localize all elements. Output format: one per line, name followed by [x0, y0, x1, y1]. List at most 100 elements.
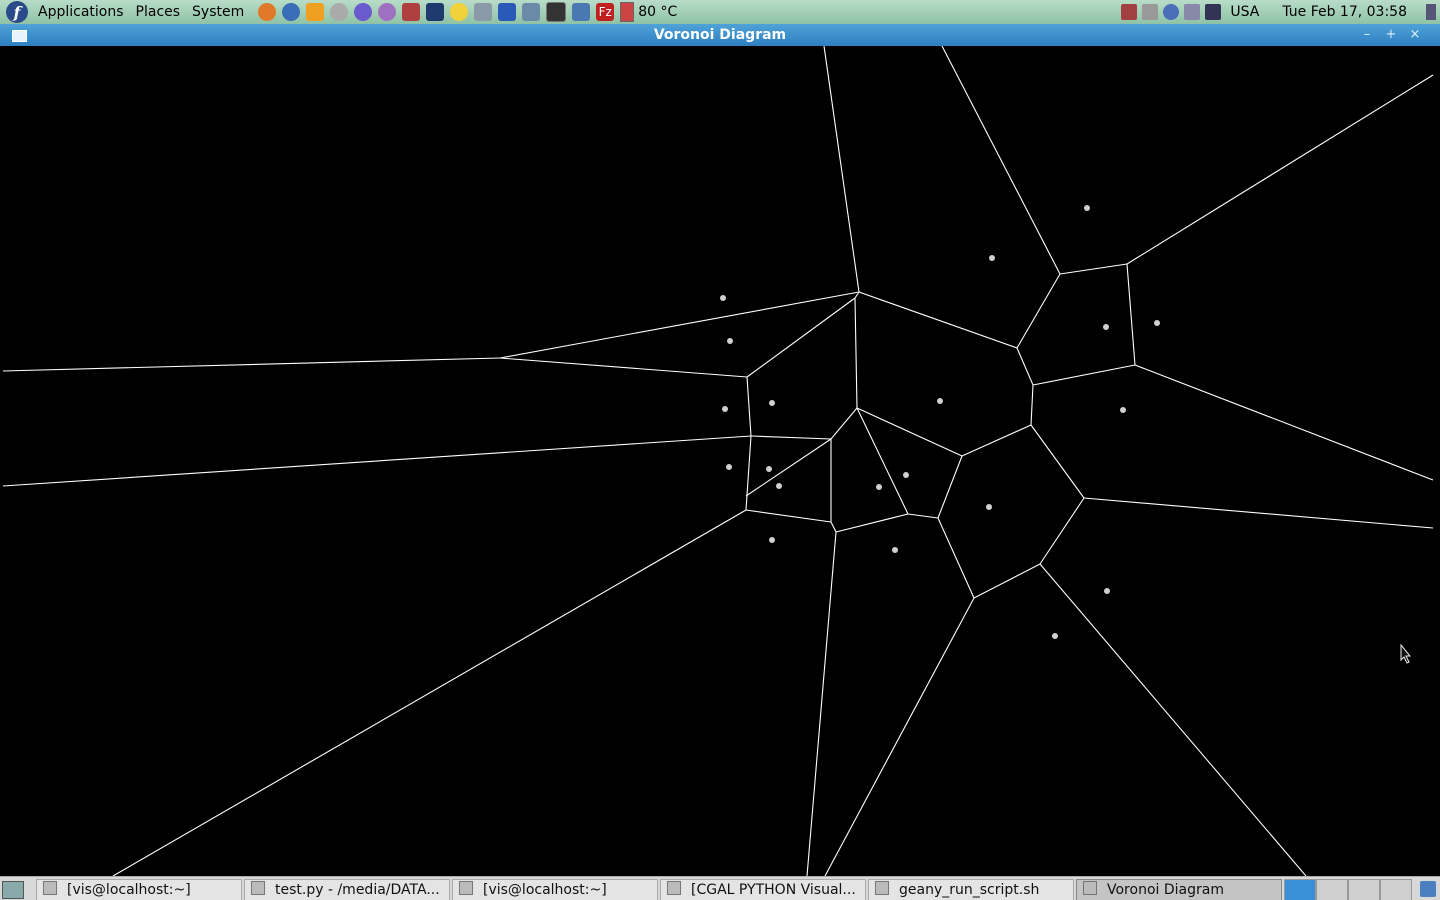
update-tray-icon[interactable]: [1184, 4, 1201, 20]
workspace-switcher-item[interactable]: [1316, 879, 1348, 900]
terminal-icon[interactable]: [546, 2, 567, 22]
voronoi-site: [1052, 633, 1058, 639]
system-tray: USA Tue Feb 17, 03:58: [1121, 4, 1440, 20]
voronoi-site: [986, 504, 992, 510]
voronoi-site: [720, 295, 726, 301]
close-button[interactable]: ×: [1406, 26, 1424, 44]
voronoi-edge: [1016, 273, 1061, 349]
voronoi-site: [726, 464, 732, 470]
voronoi-site: [776, 483, 782, 489]
applications-menu[interactable]: Applications: [32, 4, 130, 20]
voronoi-edge: [499, 357, 748, 378]
voronoi-edge: [750, 435, 832, 440]
plane-icon[interactable]: [426, 3, 445, 21]
voronoi-edge: [1083, 497, 1434, 529]
pikachu-icon[interactable]: [450, 3, 469, 21]
voronoi-edge: [907, 513, 939, 519]
bottom-panel: [vis@localhost:~] test.py - /media/DATA..…: [0, 876, 1440, 900]
taskbar-task[interactable]: Voronoi Diagram: [1076, 879, 1282, 900]
thermometer-icon: [620, 2, 635, 22]
voronoi-site: [766, 466, 772, 472]
messenger-tray-icon[interactable]: [1163, 4, 1180, 20]
printer-tray-icon[interactable]: [1121, 4, 1138, 20]
voronoi-edge: [1030, 384, 1034, 426]
ekiga-icon[interactable]: [306, 3, 325, 21]
bittorrent-icon[interactable]: [474, 3, 493, 21]
voronoi-edge: [973, 563, 1041, 599]
window-icon: [1083, 881, 1097, 895]
voronoi-edge: [1134, 364, 1434, 481]
voronoi-edge: [854, 297, 858, 409]
voronoi-edge: [1059, 263, 1128, 275]
voronoi-edge: [941, 46, 1061, 275]
taskbar-task[interactable]: [vis@localhost:~]: [36, 879, 242, 900]
voronoi-edge: [856, 407, 909, 515]
window-titlebar[interactable]: Voronoi Diagram – + ×: [0, 24, 1440, 46]
taskbar-task-label: test.py - /media/DATA...: [275, 882, 440, 898]
alltray-icon[interactable]: [498, 3, 517, 21]
minimize-button[interactable]: –: [1358, 26, 1376, 44]
taskbar-task[interactable]: [vis@localhost:~]: [452, 879, 658, 900]
network-icon[interactable]: [572, 3, 591, 21]
voronoi-edge: [1039, 497, 1085, 565]
clock[interactable]: Tue Feb 17, 03:58: [1282, 4, 1407, 20]
show-desktop-button[interactable]: [2, 881, 24, 899]
fedora-logo-icon[interactable]: f: [6, 1, 28, 23]
voronoi-edge: [806, 531, 837, 876]
voronoi-edge: [1126, 74, 1434, 265]
voronoi-edge: [745, 435, 752, 511]
taskbar-task-label: geany_run_script.sh: [899, 882, 1040, 898]
voronoi-edge: [112, 509, 747, 876]
thunderbird-icon[interactable]: [282, 3, 301, 21]
voronoi-site: [1120, 407, 1126, 413]
firefox-icon[interactable]: [258, 3, 277, 21]
taskbar-task[interactable]: [CGAL PYTHON Visual...: [660, 879, 866, 900]
voronoi-site: [769, 537, 775, 543]
printer-icon[interactable]: [402, 3, 421, 21]
taskbar-task-label: Voronoi Diagram: [1107, 882, 1224, 898]
voronoi-edge: [2, 357, 501, 372]
voronoi-edge: [746, 376, 752, 437]
voronoi-edge: [745, 438, 832, 497]
ghost-icon[interactable]: [378, 3, 397, 21]
workspace-switcher-item[interactable]: [1380, 879, 1412, 900]
voronoi-edge: [1030, 424, 1085, 499]
voronoi-site: [1104, 588, 1110, 594]
volume-icon[interactable]: [1426, 4, 1436, 20]
maximize-button[interactable]: +: [1382, 26, 1400, 44]
workspace-switcher-item[interactable]: [1284, 879, 1316, 900]
geany-icon: [251, 881, 265, 895]
window-icon: [875, 881, 889, 895]
terminal-icon: [43, 881, 57, 895]
voronoi-edge: [830, 521, 837, 533]
voronoi-edge: [823, 46, 860, 293]
filezilla-icon[interactable]: Fz: [596, 3, 615, 21]
taskbar-task[interactable]: geany_run_script.sh: [868, 879, 1074, 900]
taskbar-task-label: [vis@localhost:~]: [483, 882, 607, 898]
signal-icon[interactable]: [1205, 4, 1222, 20]
mouse-cursor-icon: [1400, 643, 1412, 664]
launcher-bar: Fz: [258, 2, 615, 22]
window-icon: [667, 881, 681, 895]
voronoi-site: [727, 338, 733, 344]
app-icon[interactable]: [522, 3, 541, 21]
workspace-switcher-item[interactable]: [1348, 879, 1380, 900]
terminal-icon: [459, 881, 473, 895]
keyboard-layout[interactable]: USA: [1230, 4, 1259, 20]
voronoi-edge: [835, 513, 909, 533]
disk-icon[interactable]: [330, 3, 349, 21]
temperature-readout: 80 °C: [638, 4, 678, 20]
voronoi-site: [1154, 320, 1160, 326]
pidgin-icon[interactable]: [354, 3, 373, 21]
taskbar-task-label: [CGAL PYTHON Visual...: [691, 882, 856, 898]
places-menu[interactable]: Places: [130, 4, 187, 20]
voronoi-edge: [1016, 347, 1034, 386]
trash-icon[interactable]: [1420, 881, 1436, 897]
voronoi-edge: [856, 407, 963, 457]
system-menu[interactable]: System: [186, 4, 250, 20]
disk-tray-icon[interactable]: [1142, 4, 1159, 20]
voronoi-site: [769, 400, 775, 406]
taskbar-task[interactable]: test.py - /media/DATA...: [244, 879, 450, 900]
voronoi-canvas[interactable]: [0, 46, 1440, 876]
voronoi-edge: [1032, 364, 1136, 386]
